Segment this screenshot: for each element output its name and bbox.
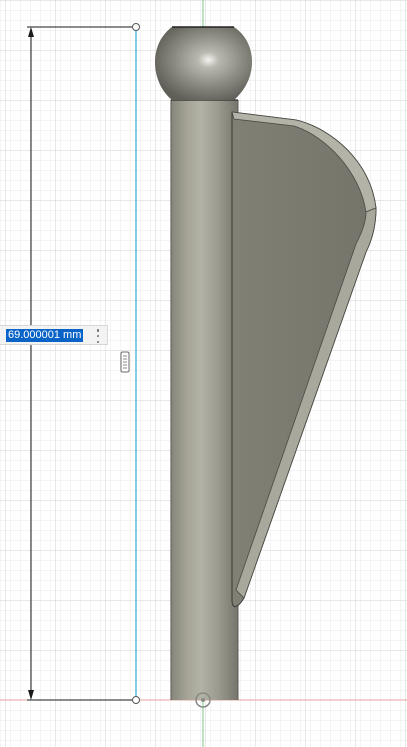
menu-dot [96,340,100,343]
dimension-drag-handle-icon[interactable] [120,351,130,373]
ball-knob[interactable] [155,26,252,100]
dimension-value-text[interactable]: 69.000001 mm [6,328,84,342]
dimension-value-input[interactable]: 69.000001 mm [0,325,108,345]
ball-shape[interactable] [155,27,252,100]
sketch-endpoint-top[interactable] [132,23,140,31]
more-vertical-icon[interactable] [95,329,101,343]
menu-dot [96,334,100,338]
sketch-grid [0,0,407,747]
design-canvas[interactable]: 69.000001 mm [0,0,407,747]
sketch-endpoint-bottom[interactable] [132,696,140,704]
rod-body[interactable] [170,99,239,700]
menu-dot [96,329,100,332]
rod-shaft[interactable] [171,100,238,700]
